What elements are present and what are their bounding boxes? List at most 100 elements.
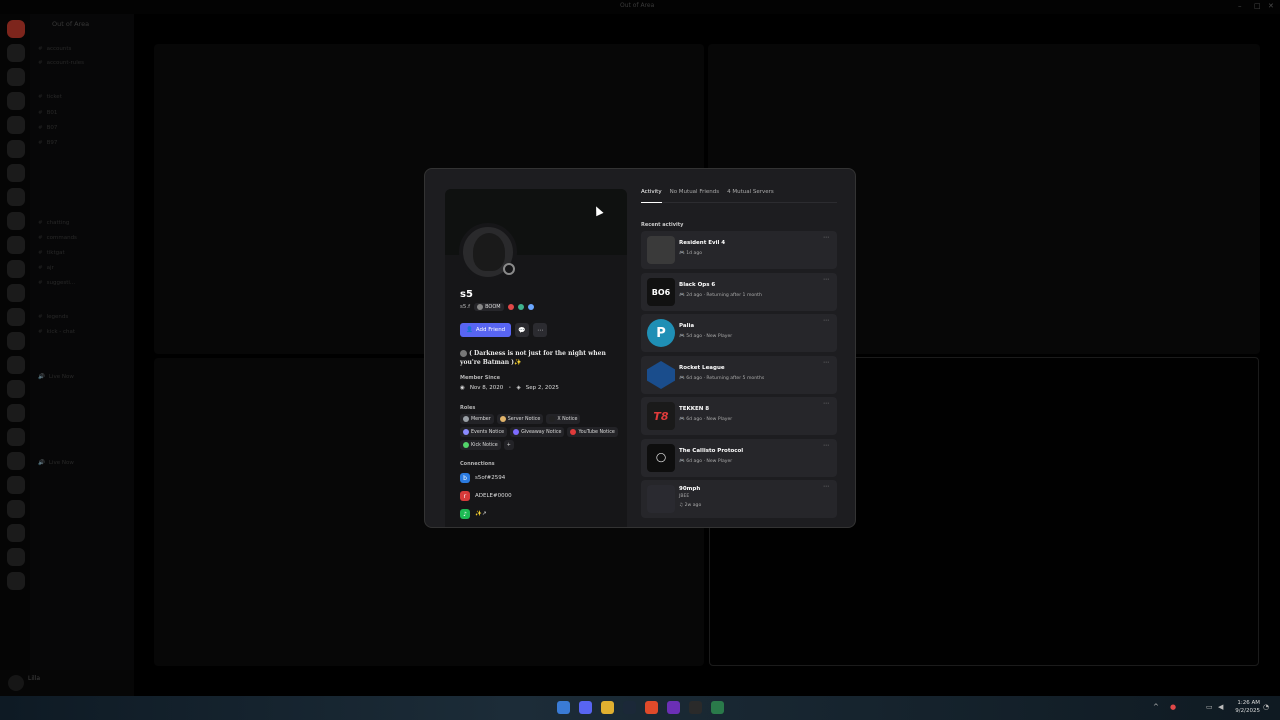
- plus-icon: +: [506, 442, 511, 448]
- bio: ( Darkness is not just for the night whe…: [460, 350, 606, 366]
- add-friend-button[interactable]: 👤 Add Friend: [460, 323, 512, 337]
- role-pill[interactable]: Kick Notice: [460, 440, 501, 450]
- controller-icon: 🎮: [679, 417, 685, 422]
- activity-card[interactable]: BO6 Black Ops 6 🎮 2d ago · Returning aft…: [641, 273, 837, 311]
- role-pill[interactable]: X Notice: [546, 414, 581, 424]
- profile-actions: 👤 Add Friend 💬 ⋯: [460, 323, 548, 337]
- steam-icon[interactable]: [623, 701, 636, 714]
- badge-icon[interactable]: [517, 304, 524, 310]
- activity-card[interactable]: ◯ The Callisto Protocol 🎮 6d ago · New P…: [641, 439, 837, 477]
- game-name: 90mph: [679, 486, 701, 492]
- user-profile-modal: s5 s5.f BOOM 👤 Add Friend 💬 ⋯ ( Darkness …: [424, 168, 856, 528]
- brave-icon[interactable]: [645, 701, 658, 714]
- screen: Out of Area – □ ✕ Out of Area #accounts: [0, 0, 1280, 720]
- chevron-up-icon[interactable]: ^: [1153, 703, 1159, 711]
- connection-item[interactable]: b s5of#2594: [460, 473, 505, 483]
- controller-icon: 🎮: [679, 334, 685, 339]
- role-color-icon: [499, 416, 506, 422]
- roles-list: Member Server Notice X Notice Events Not…: [460, 414, 620, 450]
- start-icon[interactable]: [557, 701, 570, 714]
- clock-time: 1:26 AM: [1237, 700, 1260, 706]
- controller-icon: 🎮: [679, 376, 685, 381]
- activity-meta: 🎮 2d ago · Returning after 1 month: [679, 293, 762, 298]
- activity-artist: JBEE: [679, 494, 690, 499]
- tab-mutual-servers[interactable]: 4 Mutual Servers: [727, 189, 774, 202]
- tab-activity[interactable]: Activity: [641, 189, 662, 203]
- file-explorer-icon[interactable]: [601, 701, 614, 714]
- role-pill[interactable]: YouTube Notice: [567, 427, 618, 437]
- volume-icon[interactable]: ◀: [1218, 703, 1223, 711]
- badge-icon[interactable]: [527, 304, 534, 310]
- game-name: TEKKEN 8: [679, 406, 710, 412]
- message-button[interactable]: 💬: [515, 323, 530, 337]
- username: s5.f: [460, 304, 471, 310]
- more-icon[interactable]: ⋯: [823, 483, 829, 490]
- role-pill[interactable]: Server Notice: [496, 414, 544, 424]
- status-indicator: [503, 263, 515, 275]
- activity-meta: 🎮 6d ago · New Player: [679, 417, 733, 422]
- activity-card[interactable]: Resident Evil 4 🎮 1d ago ⋯: [641, 231, 837, 269]
- controller-icon: 🎮: [679, 293, 685, 298]
- badge-icon[interactable]: [507, 304, 514, 310]
- app-icon[interactable]: [667, 701, 680, 714]
- activity-card[interactable]: P Palia 🎮 5d ago · New Player ⋯: [641, 314, 837, 352]
- role-color-icon: [570, 429, 577, 435]
- more-icon[interactable]: ⋯: [823, 400, 829, 407]
- connection-item[interactable]: r ADELE#0000: [460, 491, 512, 501]
- notification-bell-icon[interactable]: ◔: [1263, 703, 1269, 711]
- profile-avatar: [459, 223, 517, 281]
- role-pill[interactable]: Events Notice: [460, 427, 508, 437]
- chrome-icon[interactable]: [711, 701, 724, 714]
- role-color-icon: [463, 416, 469, 422]
- system-clock[interactable]: 1:26 AM 9/2/2025: [1235, 699, 1260, 715]
- xbox-icon[interactable]: [689, 701, 702, 714]
- activity-meta: 🎮 5d ago · New Player: [679, 334, 733, 339]
- game-thumbnail: [647, 361, 675, 389]
- activity-meta: 🎮 6d ago · Returning after 5 months: [679, 376, 765, 381]
- game-name: Rocket League: [679, 365, 725, 371]
- more-options-button[interactable]: ⋯: [533, 323, 548, 337]
- add-role-button[interactable]: +: [503, 440, 514, 450]
- more-icon[interactable]: ⋯: [823, 276, 829, 283]
- activity-card[interactable]: Rocket League 🎮 6d ago · Returning after…: [641, 356, 837, 394]
- battlenet-icon: b: [460, 473, 470, 483]
- music-icon: ♫: [679, 503, 684, 508]
- game-name: Palia: [679, 323, 695, 329]
- network-icon[interactable]: ▭: [1206, 703, 1213, 711]
- guild-tag[interactable]: BOOM: [474, 303, 504, 311]
- more-icon[interactable]: ⋯: [823, 234, 829, 241]
- avatar-image: [473, 233, 505, 271]
- game-thumbnail: BO6: [647, 278, 675, 306]
- guild-tag-icon: [477, 304, 484, 310]
- activity-card[interactable]: 90mph JBEE ♫ 2w ago ⋯: [641, 480, 837, 518]
- separator: •: [508, 385, 512, 391]
- activity-meta: 🎮 1d ago: [679, 251, 703, 256]
- more-icon[interactable]: ⋯: [823, 317, 829, 324]
- connection-item[interactable]: ♪ ✨↗: [460, 509, 486, 519]
- more-icon[interactable]: ⋯: [823, 359, 829, 366]
- microphone-icon[interactable]: ●: [1170, 703, 1176, 711]
- add-friend-icon: 👤: [466, 327, 473, 333]
- spotify-icon: ♪: [460, 509, 470, 519]
- roles-heading: Roles: [460, 405, 476, 411]
- game-thumbnail: P: [647, 319, 675, 347]
- more-icon[interactable]: ⋯: [823, 442, 829, 449]
- chat-icon: 💬: [518, 326, 526, 334]
- game-name: The Callisto Protocol: [679, 448, 744, 454]
- discord-icon[interactable]: [579, 701, 592, 714]
- taskbar: ^ ● ▭ ◀ 1:26 AM 9/2/2025 ◔: [0, 696, 1280, 720]
- discord-icon: ◉: [460, 385, 465, 391]
- game-thumbnail: T8: [647, 402, 675, 430]
- member-since-row: ◉ Nov 8, 2020 • ◈ Sep 2, 2025: [460, 385, 559, 391]
- member-since-server: Sep 2, 2025: [525, 385, 559, 391]
- more-icon: ⋯: [537, 326, 544, 334]
- tab-mutual-friends[interactable]: No Mutual Friends: [670, 189, 720, 202]
- display-name: s5: [460, 289, 473, 300]
- role-pill[interactable]: Giveaway Notice: [510, 427, 565, 437]
- role-pill[interactable]: Member: [460, 414, 494, 424]
- game-thumbnail: ◯: [647, 444, 675, 472]
- member-since-heading: Member Since: [460, 375, 500, 381]
- activity-card[interactable]: T8 TEKKEN 8 🎮 6d ago · New Player ⋯: [641, 397, 837, 435]
- profile-activity-pane: Activity No Mutual Friends 4 Mutual Serv…: [641, 189, 837, 519]
- connections-heading: Connections: [460, 461, 495, 467]
